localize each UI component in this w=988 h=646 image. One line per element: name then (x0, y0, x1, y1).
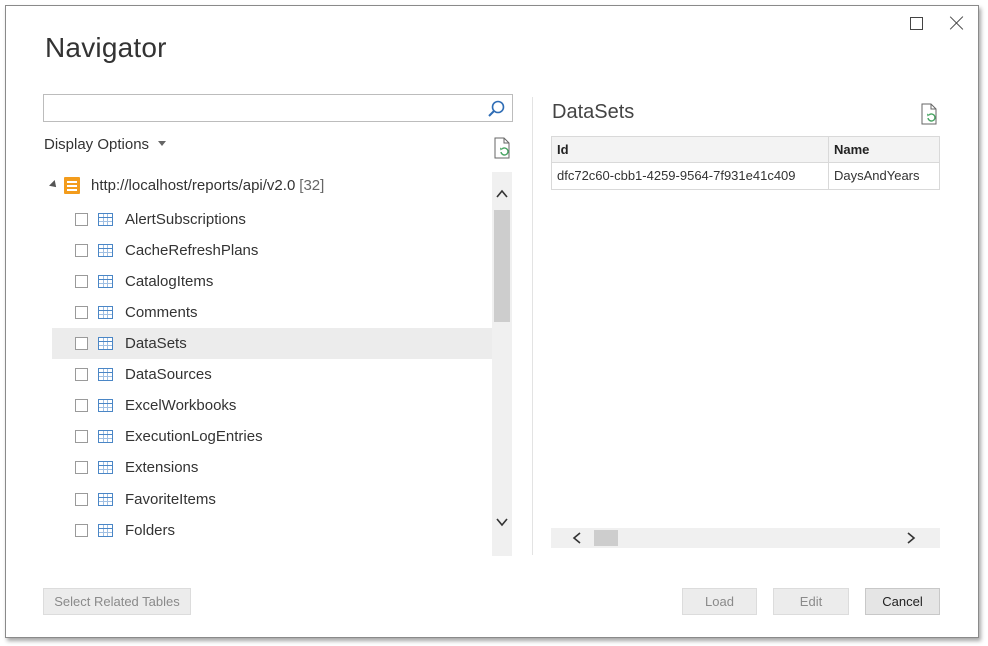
tree-item-alertsubscriptions[interactable]: AlertSubscriptions (52, 204, 492, 235)
search-input[interactable] (50, 96, 484, 122)
tree-item-favoriteitems[interactable]: FavoriteItems (52, 484, 492, 515)
tree-item-label: ExcelWorkbooks (125, 397, 237, 414)
tree-root-count: [32] (299, 176, 325, 194)
checkbox[interactable] (75, 399, 88, 412)
caret-down-icon (158, 140, 167, 146)
checkbox[interactable] (75, 430, 88, 443)
tree-item-executionlogentries[interactable]: ExecutionLogEntries (52, 421, 492, 452)
refresh-icon[interactable] (492, 137, 512, 159)
column-header-id[interactable]: Id (552, 137, 829, 162)
navigator-tree: http://localhost/reports/api/v2.0 [32] Al… (44, 169, 492, 554)
table-icon (98, 275, 113, 288)
cell-id: dfc72c60-cbb1-4259-9564-7f931e41c409 (552, 163, 829, 189)
table-icon (98, 461, 113, 474)
preview-table-header: Id Name (551, 136, 940, 163)
checkbox[interactable] (75, 337, 88, 350)
display-options-label: Display Options (44, 136, 150, 153)
tree-item-cacherefreshplans[interactable]: CacheRefreshPlans (52, 235, 492, 266)
dialog-title: Navigator (45, 32, 167, 63)
checkbox[interactable] (75, 244, 88, 257)
checkbox[interactable] (75, 524, 88, 537)
cell-name: DaysAndYears (834, 168, 920, 183)
tree-item-folders[interactable]: Folders (52, 515, 492, 546)
select-related-tables-button[interactable]: Select Related Tables (43, 588, 191, 615)
tree-item-datasources[interactable]: DataSources (52, 359, 492, 390)
scrollbar-thumb[interactable] (594, 530, 618, 546)
chevron-up-icon[interactable] (496, 188, 508, 200)
tree-item-label: Folders (125, 522, 176, 539)
tree-item-label: CacheRefreshPlans (125, 242, 259, 259)
tree-item-label: FavoriteItems (125, 491, 216, 508)
database-icon (64, 176, 80, 194)
tree-vertical-scrollbar[interactable] (492, 172, 512, 556)
chevron-left-icon[interactable] (571, 532, 583, 544)
tree-root-label: http://localhost/reports/api/v2.0 (91, 176, 296, 194)
preview-title: DataSets (552, 101, 635, 123)
display-options-dropdown[interactable]: Display Options (44, 136, 167, 153)
table-icon (98, 524, 113, 537)
preview-horizontal-scrollbar[interactable] (551, 528, 940, 548)
table-row: dfc72c60-cbb1-4259-9564-7f931e41c409 Day… (551, 163, 940, 190)
refresh-icon[interactable] (919, 103, 939, 125)
tree-item-catalogitems[interactable]: CatalogItems (52, 266, 492, 297)
close-icon[interactable] (948, 14, 966, 32)
table-icon (98, 337, 113, 350)
table-icon (98, 368, 113, 381)
scrollbar-thumb[interactable] (494, 210, 510, 322)
checkbox[interactable] (75, 461, 88, 474)
tree-item-datasets[interactable]: DataSets (52, 328, 492, 359)
search-icon[interactable] (486, 99, 506, 119)
table-icon (98, 430, 113, 443)
table-icon (98, 493, 113, 506)
checkbox[interactable] (75, 306, 88, 319)
tree-item-excelworkbooks[interactable]: ExcelWorkbooks (52, 390, 492, 421)
navigator-dialog: Navigator Display Options http://localho… (5, 5, 979, 638)
tree-item-label: Extensions (125, 459, 199, 476)
expand-triangle-icon[interactable] (49, 180, 59, 190)
tree-item-label: DataSources (125, 366, 212, 383)
tree-item-label: DataSets (125, 335, 187, 352)
table-icon (98, 399, 113, 412)
tree-item-label: Comments (125, 304, 198, 321)
pane-divider (532, 97, 533, 555)
load-button[interactable]: Load (682, 588, 757, 615)
cancel-button[interactable]: Cancel (865, 588, 940, 615)
table-icon (98, 213, 113, 226)
tree-item-extensions[interactable]: Extensions (52, 452, 492, 483)
tree-item-label: ExecutionLogEntries (125, 428, 263, 445)
table-icon (98, 244, 113, 257)
checkbox[interactable] (75, 493, 88, 506)
chevron-right-icon[interactable] (905, 532, 917, 544)
search-box (43, 94, 513, 122)
maximize-icon[interactable] (910, 17, 923, 30)
edit-button[interactable]: Edit (773, 588, 849, 615)
column-header-name[interactable]: Name (829, 137, 939, 162)
tree-item-comments[interactable]: Comments (52, 297, 492, 328)
tree-item-label: AlertSubscriptions (125, 211, 246, 228)
checkbox[interactable] (75, 275, 88, 288)
tree-root-node[interactable]: http://localhost/reports/api/v2.0 [32] (49, 173, 325, 197)
tree-item-label: CatalogItems (125, 273, 214, 290)
chevron-down-icon[interactable] (496, 516, 508, 528)
checkbox[interactable] (75, 213, 88, 226)
checkbox[interactable] (75, 368, 88, 381)
table-icon (98, 306, 113, 319)
